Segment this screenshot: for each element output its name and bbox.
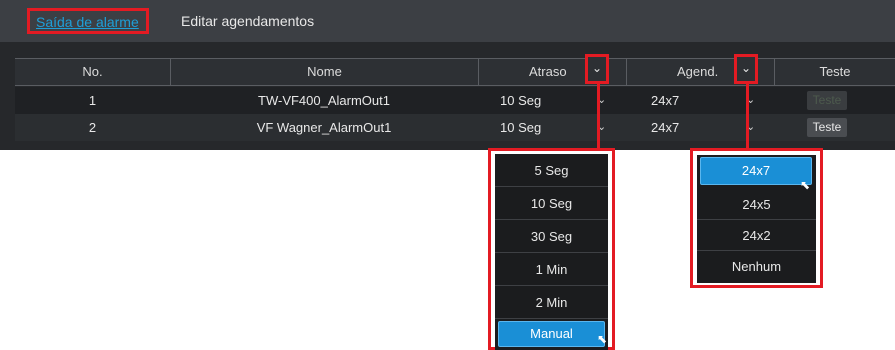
schedule-option-selected[interactable]: 24x7	[700, 157, 812, 185]
schedule-dropdown: 24x7 24x5 24x2 Nenhum ⬉	[690, 148, 823, 288]
delay-option[interactable]: 2 Min	[495, 286, 608, 319]
schedule-header-chevron-icon[interactable]: ⌄	[734, 54, 758, 84]
schedule-dropdown-list: 24x7 24x5 24x2 Nenhum	[697, 155, 816, 283]
table-header: No. Nome Atraso Agend. Teste	[15, 58, 895, 86]
delay-option[interactable]: 30 Seg	[495, 220, 608, 253]
schedule-option[interactable]: 24x2	[697, 220, 816, 251]
delay-option[interactable]: 10 Seg	[495, 187, 608, 220]
header-test: Teste	[774, 59, 895, 85]
delay-dropdown-list: 5 Seg 10 Seg 30 Seg 1 Min 2 Min Manual	[495, 154, 608, 350]
tab-bar: Saída de alarme Editar agendamentos	[0, 0, 895, 42]
alarm-out-table: No. Nome Atraso Agend. Teste ⌄ ⌄ 1 TW-VF…	[0, 42, 895, 150]
header-no: No.	[82, 64, 103, 79]
connector-line	[597, 84, 600, 150]
delay-option-selected[interactable]: Manual	[498, 321, 605, 347]
tab-alarm-out-label: Saída de alarme	[36, 14, 139, 30]
schedule-option[interactable]: 24x5	[697, 189, 816, 220]
schedule-option[interactable]: Nenhum	[697, 251, 816, 282]
delay-dropdown: 5 Seg 10 Seg 30 Seg 1 Min 2 Min Manual ⬉	[488, 148, 615, 350]
row-no: 1	[88, 93, 97, 108]
row-no: 2	[88, 120, 97, 135]
delay-option[interactable]: 1 Min	[495, 253, 608, 286]
row-name: TW-VF400_AlarmOut1	[258, 93, 390, 108]
table-row: 1 TW-VF400_AlarmOut1 10 Seg ⌄ 24x7 ⌄ Tes…	[15, 87, 895, 114]
row-delay-select[interactable]: 10 Seg	[500, 87, 570, 114]
delay-option[interactable]: 5 Seg	[495, 154, 608, 187]
tab-alarm-out[interactable]: Saída de alarme	[27, 8, 149, 34]
header-name: Nome	[170, 59, 478, 85]
row-name: VF Wagner_AlarmOut1	[256, 120, 392, 135]
connector-line	[746, 84, 749, 150]
test-button[interactable]: Teste	[807, 118, 847, 137]
table-row: 2 VF Wagner_AlarmOut1 10 Seg ⌄ 24x7 ⌄ Te…	[15, 114, 895, 141]
mouse-pointer-icon: ⬉	[800, 178, 811, 192]
test-button[interactable]: Teste	[807, 91, 847, 110]
row-delay-select[interactable]: 10 Seg	[500, 114, 570, 141]
tab-edit-schedules[interactable]: Editar agendamentos	[181, 8, 314, 34]
row-schedule-select[interactable]: 24x7	[651, 87, 721, 114]
row-schedule-select[interactable]: 24x7	[651, 114, 721, 141]
mouse-pointer-icon: ⬉	[597, 332, 608, 346]
delay-header-chevron-icon[interactable]: ⌄	[585, 54, 609, 84]
